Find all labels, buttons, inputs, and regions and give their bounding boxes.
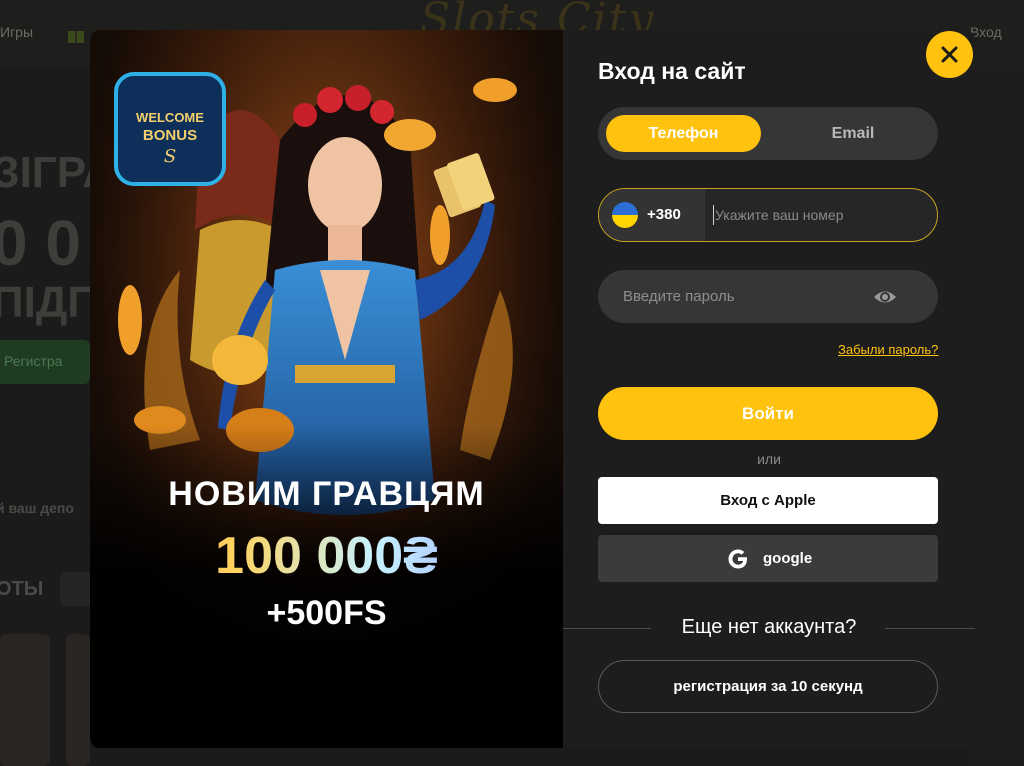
gift-icon (68, 31, 84, 43)
country-code-select[interactable]: +380 (599, 189, 705, 241)
bg-promo-sub: ПІДП (0, 278, 99, 327)
promo-text: НОВИМ ГРАВЦЯМ 100 000₴ +500FS (90, 475, 563, 633)
login-button[interactable]: Войти (598, 387, 938, 440)
password-field (598, 270, 938, 323)
tab-phone[interactable]: Телефон (606, 115, 761, 152)
promo-free-spins: +500FS (266, 594, 387, 632)
promo-amount: 100 000₴ (90, 526, 563, 586)
promo-panel: WELCOME BONUS S НОВИМ ГРАВЦЯМ 100 000₴ +… (90, 30, 563, 748)
bg-game-tile (66, 634, 90, 766)
login-method-tabs: Телефон Email (598, 107, 938, 160)
close-icon (941, 46, 958, 63)
apple-login-button[interactable]: Вход с Apple (598, 477, 938, 524)
promo-illustration: WELCOME BONUS S (90, 30, 563, 748)
or-separator: или (757, 451, 781, 467)
nav-games-link: Игры (0, 24, 34, 40)
login-modal: WELCOME BONUS S НОВИМ ГРАВЦЯМ 100 000₴ +… (90, 30, 975, 748)
tab-email[interactable]: Email (778, 115, 928, 152)
ukraine-flag-icon (612, 202, 638, 228)
google-login-button[interactable]: google (598, 535, 938, 582)
no-account-text: Еще нет аккаунта? (681, 616, 857, 638)
phone-field: +380 (598, 188, 938, 242)
close-modal-button[interactable] (926, 31, 973, 78)
register-button[interactable]: регистрация за 10 секунд (598, 660, 938, 713)
bg-section-title: ОТЫ (0, 578, 44, 600)
country-code: +380 (647, 206, 681, 223)
login-form-panel: Вход на сайт Телефон Email +380 Забыл (563, 30, 975, 748)
google-icon (728, 549, 747, 569)
google-login-label: google (763, 550, 813, 567)
eye-icon[interactable] (873, 286, 897, 308)
bg-promo-amount: 0 0 (0, 207, 81, 279)
text-caret (713, 205, 714, 225)
bg-register-button: Регистра (0, 340, 90, 384)
password-input[interactable] (598, 270, 868, 323)
phone-input[interactable] (707, 189, 935, 241)
login-title: Вход на сайт (598, 58, 746, 84)
forgot-password-link[interactable]: Забыли пароль? (838, 342, 938, 357)
bg-game-tile (0, 634, 50, 766)
promo-headline: НОВИМ ГРАВЦЯМ (168, 475, 485, 513)
bg-right-column (975, 68, 1024, 766)
bg-deposit-text: й ваш депо (0, 500, 74, 516)
